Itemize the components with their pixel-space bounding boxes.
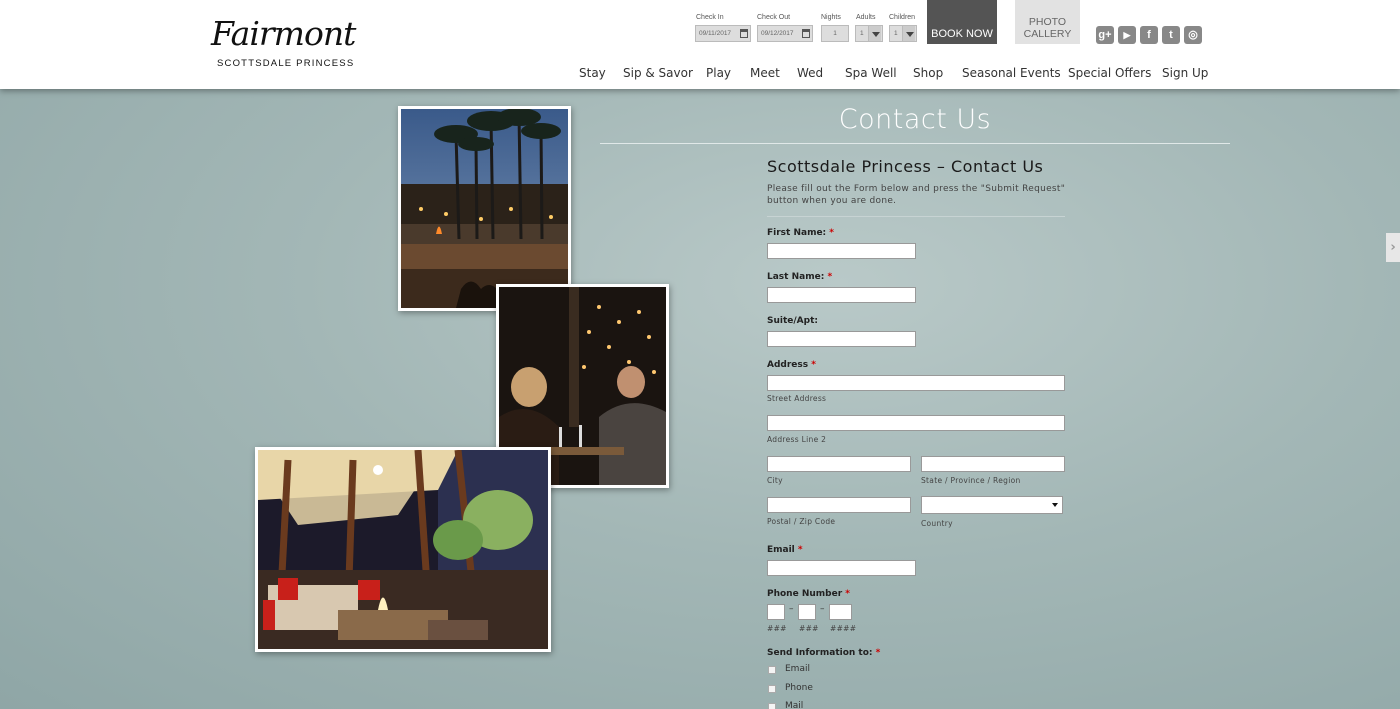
required-mark: *: [845, 589, 850, 599]
logo-script: Fairmont: [211, 14, 356, 53]
form-divider: [767, 216, 1065, 217]
postal-input[interactable]: [767, 497, 911, 513]
phone-dash: –: [820, 604, 825, 614]
city-sub: City: [767, 476, 783, 485]
phone-area-input[interactable]: [767, 604, 785, 620]
chevron-down-icon: [868, 26, 881, 41]
check-out-value: 09/12/2017: [761, 30, 794, 37]
google-plus-icon[interactable]: g+: [1096, 26, 1114, 44]
calendar-icon[interactable]: [802, 29, 810, 38]
phone-sub-area: ###: [767, 624, 787, 633]
fairmont-logo[interactable]: Fairmont SCOTTSDALE PRINCESS: [211, 14, 356, 70]
address-line2-sub: Address Line 2: [767, 435, 827, 444]
phone-label: Phone Number *: [767, 589, 850, 599]
send-info-label: Send Information to: *: [767, 648, 880, 658]
required-mark: *: [829, 228, 835, 238]
street-address-input[interactable]: [767, 375, 1065, 391]
send-mail-label: Mail: [785, 701, 804, 709]
last-name-input[interactable]: [767, 287, 916, 303]
first-name-input[interactable]: [767, 243, 916, 259]
photo-gallery-line2: CALLERY: [1023, 28, 1072, 40]
send-mail-checkbox[interactable]: [768, 703, 776, 709]
address-label: Address *: [767, 360, 816, 370]
check-in-label: Check In: [696, 14, 724, 21]
photo-gallery-button[interactable]: PHOTO CALLERY: [1015, 0, 1080, 44]
send-phone-label: Phone: [785, 683, 813, 693]
title-divider: [600, 143, 1230, 144]
required-mark: *: [797, 545, 803, 555]
phone-line-input[interactable]: [829, 604, 852, 620]
required-mark: *: [811, 360, 816, 370]
nights-field[interactable]: 1: [821, 25, 849, 42]
check-in-value: 09/11/2017: [699, 30, 732, 37]
phone-label-text: Phone Number: [767, 589, 843, 599]
nav-sip-savor[interactable]: Sip & Savor: [623, 66, 693, 80]
logo-subtitle: SCOTTSDALE PRINCESS: [217, 58, 355, 69]
adults-value: 1: [860, 30, 864, 37]
instagram-icon[interactable]: ◎: [1184, 26, 1202, 44]
adults-label: Adults: [856, 14, 876, 21]
first-name-label-text: First Name:: [767, 228, 827, 238]
email-input[interactable]: [767, 560, 916, 576]
nights-label: Nights: [821, 14, 841, 21]
children-select[interactable]: 1: [889, 25, 917, 42]
check-out-field[interactable]: 09/12/2017: [757, 25, 813, 42]
nav-spa-well[interactable]: Spa Well: [845, 66, 897, 80]
twitter-icon[interactable]: t: [1162, 26, 1180, 44]
youtube-icon[interactable]: ▶: [1118, 26, 1136, 44]
send-email-checkbox[interactable]: [768, 666, 776, 674]
nav-meet[interactable]: Meet: [750, 66, 780, 80]
nav-stay[interactable]: Stay: [579, 66, 606, 80]
photo-gallery-line1: PHOTO: [1028, 16, 1067, 28]
adults-select[interactable]: 1: [855, 25, 883, 42]
nav-shop[interactable]: Shop: [913, 66, 943, 80]
phone-sub-prefix: ###: [799, 624, 819, 633]
send-email-label: Email: [785, 664, 810, 674]
state-sub: State / Province / Region: [921, 476, 1021, 485]
country-sub: Country: [921, 519, 953, 528]
page-title: Contact Us: [838, 104, 992, 135]
nav-seasonal-events[interactable]: Seasonal Events: [962, 66, 1061, 80]
nav-wed[interactable]: Wed: [797, 66, 823, 80]
required-mark: *: [875, 648, 881, 658]
facebook-icon[interactable]: f: [1140, 26, 1158, 44]
state-input[interactable]: [921, 456, 1065, 472]
children-label: Children: [889, 14, 916, 21]
side-panel-toggle[interactable]: ›: [1386, 233, 1400, 262]
first-name-label: First Name: *: [767, 228, 834, 238]
children-value: 1: [894, 30, 898, 37]
suite-label: Suite/Apt:: [767, 316, 818, 326]
last-name-label: Last Name: *: [767, 272, 832, 282]
nav-sign-up[interactable]: Sign Up: [1162, 66, 1208, 80]
last-name-label-text: Last Name:: [767, 272, 825, 282]
email-label: Email *: [767, 545, 803, 555]
nav-play[interactable]: Play: [706, 66, 731, 80]
chevron-down-icon: [902, 26, 915, 41]
photo-firepit-lounge: [255, 447, 551, 652]
phone-prefix-input[interactable]: [798, 604, 816, 620]
phone-sub-line: ####: [830, 624, 857, 633]
postal-sub: Postal / Zip Code: [767, 517, 836, 526]
city-input[interactable]: [767, 456, 911, 472]
address-label-text: Address: [767, 360, 809, 370]
send-phone-checkbox[interactable]: [768, 685, 776, 693]
calendar-icon[interactable]: [740, 29, 748, 38]
check-out-label: Check Out: [757, 14, 791, 21]
street-address-sub: Street Address: [767, 394, 827, 403]
site-header: Fairmont SCOTTSDALE PRINCESS Check In 09…: [0, 0, 1400, 89]
phone-dash: –: [789, 604, 794, 614]
country-select[interactable]: [921, 496, 1063, 514]
book-now-button[interactable]: BOOK NOW: [927, 0, 997, 44]
form-title: Scottsdale Princess – Contact Us: [767, 157, 1044, 176]
email-label-text: Email: [767, 545, 795, 555]
form-description: Please fill out the Form below and press…: [767, 184, 1066, 206]
required-mark: *: [827, 272, 833, 282]
check-in-field[interactable]: 09/11/2017: [695, 25, 751, 42]
address-line2-input[interactable]: [767, 415, 1065, 431]
send-info-label-text: Send Information to:: [767, 648, 873, 658]
nav-special-offers[interactable]: Special Offers: [1068, 66, 1151, 80]
suite-input[interactable]: [767, 331, 916, 347]
photo-palms-dusk: [398, 106, 571, 311]
